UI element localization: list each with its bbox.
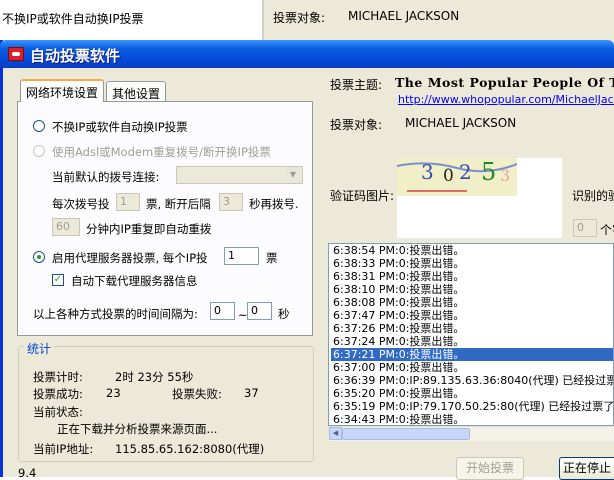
captcha-digit-1: 3 (421, 160, 434, 184)
dial-wait-input[interactable]: 3 (219, 193, 243, 211)
list-item[interactable]: 6:36:39 PM:0:IP:89.135.63.36:8040(代理) 已经… (331, 374, 613, 387)
label-interval-unit: 秒 (278, 307, 290, 321)
vote-fail-value: 37 (244, 386, 259, 400)
background-vote-target-label: 投票对象: (273, 11, 326, 25)
label-count-unit: 个字 (600, 223, 614, 237)
list-item[interactable]: 6:35:20 PM:0:投票出错。 (331, 387, 613, 400)
radio-no-change-ip[interactable] (33, 120, 45, 132)
vote-target-value: MICHAEL JACKSON (405, 116, 517, 130)
captcha-digit-5: 3 (500, 166, 511, 185)
label-interval: 以上各种方式投票的时间间隔为: (33, 307, 198, 321)
chevron-down-icon[interactable]: ▼ (285, 167, 301, 183)
interval-from-input[interactable]: 0 (210, 302, 235, 320)
captcha-digit-2: 0 (443, 166, 454, 186)
interval-to-input[interactable]: 0 (247, 302, 272, 320)
app-icon (8, 47, 24, 61)
current-status-value: 正在下载并分析投票来源页面... (57, 422, 218, 436)
captcha-strip: 3 0 2 5 3 (397, 158, 517, 196)
checkbox-auto-download-proxy[interactable]: ✓ (52, 274, 64, 286)
vote-timer-value: 2时 23分 55秒 (115, 370, 194, 384)
list-item[interactable]: 6:37:47 PM:0:投票出错。 (331, 309, 613, 322)
list-item[interactable]: 6:38:54 PM:0:投票出错。 (331, 244, 613, 257)
label-no-change-ip: 不换IP或软件自动换IP投票 (52, 120, 188, 134)
captcha-digit-4: 5 (481, 158, 497, 186)
list-item[interactable]: 6:38:08 PM:0:投票出错。 (331, 296, 613, 309)
label-dial-mid: 票, 断开后隔 (146, 197, 211, 211)
tab-network-settings[interactable]: 网络环境设置 (20, 79, 105, 102)
scroll-left-icon[interactable]: ◀ (329, 427, 342, 440)
label-dial-every: 每次拨号投 (52, 197, 110, 211)
label-adsl-redial: 使用Adsl或Modem重复拨号/断开换IP投票 (52, 145, 271, 159)
label-current-dial: 当前默认的拨号连接: (52, 170, 160, 184)
background-option-text: 不换IP或软件自动换IP投票 (2, 12, 144, 26)
list-item[interactable]: 6:37:24 PM:0:投票出错。 (331, 335, 613, 348)
tab-other-settings[interactable]: 其他设置 (106, 81, 167, 101)
dial-connection-select[interactable] (176, 166, 303, 184)
label-captcha: 验证码图片: (330, 189, 395, 203)
stats-title: 统计 (24, 340, 55, 357)
label-recognized-captcha: 识别的验 (572, 189, 614, 203)
label-redial-suffix: 分钟内IP重复即自动重拨 (86, 222, 212, 236)
label-use-proxy: 启用代理服务器投票, 每个IP投 (52, 251, 208, 265)
label-current-ip: 当前IP地址: (33, 442, 94, 456)
log-listbox[interactable]: 6:38:54 PM:0:投票出错。 6:38:33 PM:0:投票出错。 6:… (328, 243, 614, 426)
radio-use-proxy[interactable] (33, 251, 45, 263)
dial-votes-input[interactable]: 1 (116, 193, 140, 211)
list-item[interactable]: 6:34:43 PM:0:投票出错。 (331, 413, 613, 425)
redial-minutes-input[interactable]: 60 (52, 218, 80, 236)
label-vote-theme: 投票主题: (330, 78, 383, 92)
label-vote-timer: 投票计时: (33, 370, 83, 384)
captcha-digit-3: 2 (459, 160, 472, 184)
proxy-votes-input[interactable]: 1 (224, 247, 259, 265)
vote-theme-value: The Most Popular People Of T (395, 75, 614, 90)
list-item[interactable]: 6:37:00 PM:0:投票出错。 (331, 361, 613, 374)
background-vote-target-value: MICHAEL JACKSON (348, 9, 460, 23)
list-item[interactable]: 6:37:26 PM:0:投票出错。 (331, 322, 613, 335)
vote-theme-url[interactable]: http://www.whopopular.com/MichaelJackso (398, 93, 614, 106)
radio-adsl-redial[interactable] (33, 145, 45, 157)
captcha-count-input[interactable]: 0 (573, 219, 597, 237)
captcha-noise (397, 162, 517, 192)
list-item[interactable]: 6:35:19 PM:0:IP:79.170.50.25:80(代理) 已经投过… (331, 400, 613, 413)
window-title: 自动投票软件 (30, 47, 121, 65)
list-item-selected[interactable]: 6:37:21 PM:0:投票出错。 (331, 348, 613, 361)
footer-version-text: 9.4 (18, 466, 37, 480)
label-vote-fail: 投票失败: (172, 387, 222, 401)
label-vote-success: 投票成功: (33, 387, 83, 401)
scrollbar-thumb[interactable] (342, 428, 470, 440)
list-item[interactable]: 6:38:31 PM:0:投票出错。 (331, 270, 613, 283)
label-current-status: 当前状态: (33, 405, 83, 419)
label-auto-download-proxy: 自动下载代理服务器信息 (71, 274, 198, 288)
label-dial-wait-suffix: 秒再拨号. (249, 197, 299, 211)
list-item[interactable]: 6:38:33 PM:0:投票出错。 (331, 257, 613, 270)
label-proxy-votes-suffix: 票 (266, 251, 278, 265)
label-vote-target: 投票对象: (330, 118, 383, 132)
current-ip-value: 115.85.65.162:8080(代理) (115, 442, 265, 456)
vote-success-value: 23 (106, 386, 121, 400)
list-item[interactable]: 6:38:10 PM:0:投票出错。 (331, 283, 613, 296)
